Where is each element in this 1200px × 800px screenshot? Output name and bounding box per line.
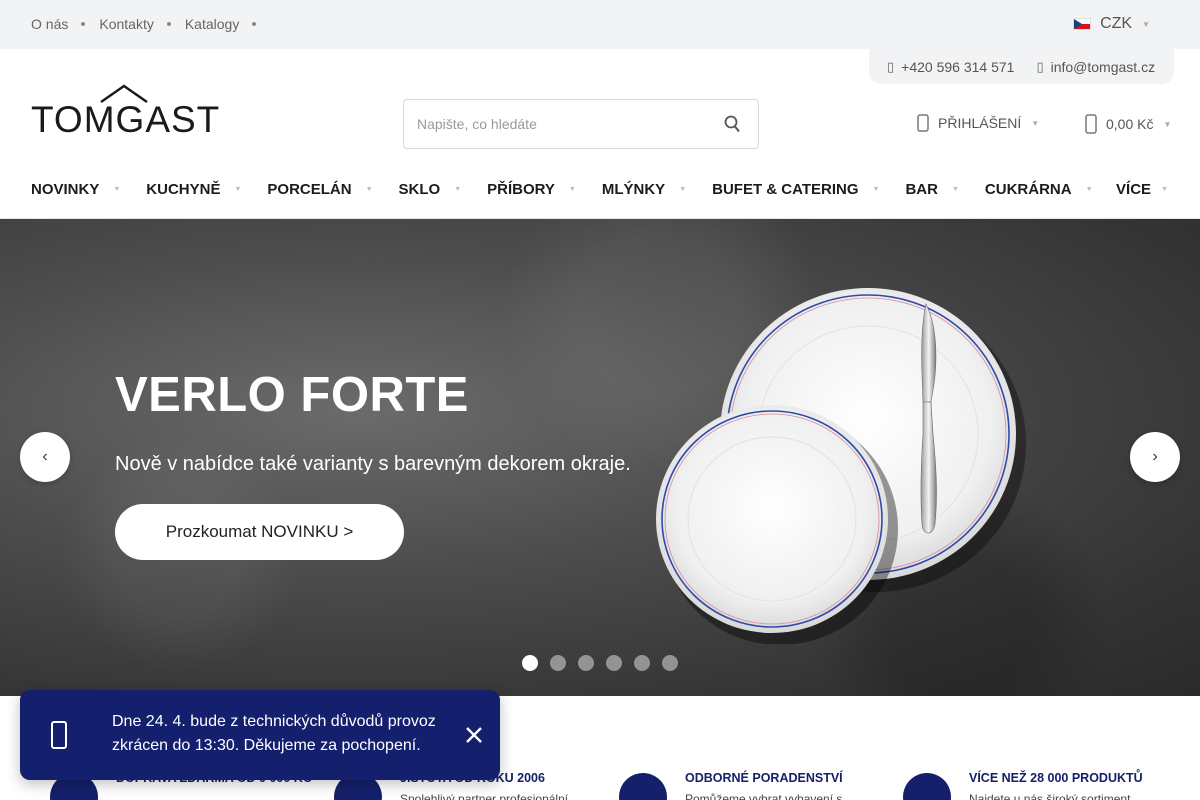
benefit-title: ODBORNÉ PORADENSTVÍ xyxy=(685,771,843,785)
close-icon[interactable] xyxy=(464,725,484,745)
chevron-down-icon: ▼ xyxy=(679,186,687,193)
chevron-down-icon: ▼ xyxy=(234,186,242,193)
chevron-down-icon: ▼ xyxy=(454,186,462,193)
top-link-contacts[interactable]: Kontakty xyxy=(99,16,184,32)
chevron-down-icon: ▼ xyxy=(951,186,959,193)
slider-dots xyxy=(522,655,690,671)
mail-icon: ▯ xyxy=(1036,58,1044,74)
nav-list: NOVINKY ▼ KUCHYNĚ ▼ PORCELÁN ▼ SKLO ▼ PŘÍBOR… xyxy=(31,181,1119,198)
slider-dot[interactable] xyxy=(634,655,650,671)
nav-item-kuchyne[interactable]: KUCHYNĚ ▼ xyxy=(146,181,241,198)
user-icon xyxy=(917,114,929,132)
top-link-catalogs[interactable]: Katalogy xyxy=(185,16,270,32)
chat-advice-icon xyxy=(619,773,667,800)
currency-selector[interactable]: CZK ▼ xyxy=(1073,15,1150,33)
nav-more-label[interactable]: VÍCE xyxy=(1116,181,1151,198)
login-link[interactable]: PŘIHLÁŠENÍ ▼ xyxy=(917,114,1039,132)
slider-next-button[interactable]: › xyxy=(1130,432,1180,482)
plates-image xyxy=(656,288,1026,644)
nav-more[interactable]: VÍCE ▼ xyxy=(1116,181,1168,198)
nav-item-label[interactable]: NOVINKY xyxy=(31,181,99,198)
nav-item-bar[interactable]: BAR ▼ xyxy=(905,181,958,198)
benefit-description: Pomůžeme vybrat vybavení s xyxy=(685,792,843,800)
contact-email-label[interactable]: info@tomgast.cz xyxy=(1051,59,1155,75)
info-icon xyxy=(51,721,67,749)
notice-text: Dne 24. 4. bude z technických důvodů pro… xyxy=(112,713,436,754)
top-bar: O nás Kontakty Katalogy CZK ▼ xyxy=(0,0,1200,49)
top-links: O nás Kontakty Katalogy xyxy=(31,16,270,32)
contact-bar: ▯ +420 596 314 571 ▯ info@tomgast.cz xyxy=(869,49,1174,84)
nav-item-porcelan[interactable]: PORCELÁN ▼ xyxy=(267,181,372,198)
chevron-right-icon: › xyxy=(1152,448,1158,465)
chevron-down-icon: ▼ xyxy=(568,186,576,193)
nav-item-label[interactable]: BAR xyxy=(905,181,938,198)
nav-item-novinky[interactable]: NOVINKY ▼ xyxy=(31,181,120,198)
top-link-catalogs-label[interactable]: Katalogy xyxy=(185,16,239,32)
chevron-down-icon: ▼ xyxy=(1142,19,1150,29)
nav-item-label[interactable]: BUFET & CATERING xyxy=(712,181,858,198)
slider-dot[interactable] xyxy=(578,655,594,671)
benefit-title: VÍCE NEŽ 28 000 PRODUKTŮ xyxy=(969,771,1143,785)
contact-phone[interactable]: ▯ +420 596 314 571 xyxy=(887,59,1014,75)
nav-item-mlynky[interactable]: MLÝNKY ▼ xyxy=(602,181,686,198)
czech-flag-icon xyxy=(1073,18,1092,30)
benefit-description: Najdete u nás široký sortiment xyxy=(969,792,1131,800)
slider-dot[interactable] xyxy=(662,655,678,671)
hero-slider: VERLO FORTE Nově v nabídce také varianty… xyxy=(0,219,1200,696)
product-badge-icon xyxy=(903,773,951,800)
nav-item-cukrarna[interactable]: CUKRÁRNA ▼ xyxy=(985,181,1093,198)
chevron-down-icon: ▼ xyxy=(1085,186,1093,193)
site-logo[interactable]: TOMGAST xyxy=(31,84,219,140)
nav-item-label[interactable]: PŘÍBORY xyxy=(487,181,555,198)
top-link-contacts-label[interactable]: Kontakty xyxy=(99,16,153,32)
chevron-down-icon: ▼ xyxy=(1163,119,1172,129)
search-icon[interactable] xyxy=(724,115,740,133)
nav-item-label[interactable]: KUCHYNĚ xyxy=(146,181,220,198)
slider-dot[interactable] xyxy=(550,655,566,671)
chevron-down-icon: ▼ xyxy=(365,186,373,193)
chevron-down-icon: ▼ xyxy=(113,186,121,193)
separator-dot xyxy=(166,22,171,26)
contact-phone-label[interactable]: +420 596 314 571 xyxy=(901,59,1014,75)
chevron-down-icon: ▼ xyxy=(1031,118,1040,128)
logo-text[interactable]: TOMGAST xyxy=(31,99,220,141)
top-link-about-label[interactable]: O nás xyxy=(31,16,68,32)
nav-item-bufet-catering[interactable]: BUFET & CATERING ▼ xyxy=(712,181,879,198)
slider-dot[interactable] xyxy=(522,655,538,671)
currency-label[interactable]: CZK xyxy=(1100,15,1132,33)
nav-item-sklo[interactable]: SKLO ▼ xyxy=(399,181,462,198)
slider-prev-button[interactable]: ‹ xyxy=(20,432,70,482)
cart-link[interactable]: 0,00 Kč ▼ xyxy=(1085,114,1171,134)
nav-item-label[interactable]: MLÝNKY xyxy=(602,181,665,198)
hero-subtitle: Nově v nabídce také varianty s barevným … xyxy=(115,453,631,475)
benefit-description: Spolehlivý partner profesionální xyxy=(400,792,569,800)
nav-item-label[interactable]: SKLO xyxy=(399,181,441,198)
chevron-down-icon: ▼ xyxy=(872,186,880,193)
login-label[interactable]: PŘIHLÁŠENÍ xyxy=(938,115,1021,131)
phone-icon: ▯ xyxy=(887,58,895,74)
search-input[interactable] xyxy=(404,100,694,148)
slider-dot[interactable] xyxy=(606,655,622,671)
chevron-down-icon: ▼ xyxy=(1161,186,1168,193)
separator-dot xyxy=(252,22,257,26)
nav-item-pribory[interactable]: PŘÍBORY ▼ xyxy=(487,181,576,198)
cart-icon xyxy=(1085,114,1097,134)
top-link-about[interactable]: O nás xyxy=(31,16,99,32)
separator-dot xyxy=(81,22,86,26)
cart-total[interactable]: 0,00 Kč xyxy=(1106,116,1153,132)
hero-cta-button[interactable]: Prozkoumat NOVINKU > xyxy=(115,504,404,560)
chevron-left-icon: ‹ xyxy=(42,448,48,465)
search-box xyxy=(403,99,759,149)
nav-item-label[interactable]: PORCELÁN xyxy=(267,181,351,198)
contact-email[interactable]: ▯ info@tomgast.cz xyxy=(1036,59,1155,75)
nav-item-label[interactable]: CUKRÁRNA xyxy=(985,181,1072,198)
notice-popup: Dne 24. 4. bude z technických důvodů pro… xyxy=(20,690,500,780)
main-navigation: NOVINKY ▼ KUCHYNĚ ▼ PORCELÁN ▼ SKLO ▼ PŘÍBOR… xyxy=(0,165,1200,219)
hero-title: VERLO FORTE xyxy=(115,368,469,422)
